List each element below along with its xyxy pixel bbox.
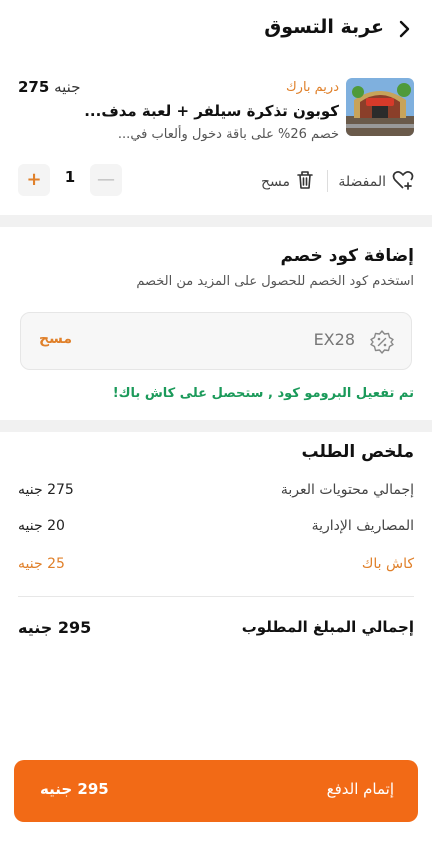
summary-row-admin-fees: المصاريف الإدارية 20 جنيه xyxy=(18,516,414,542)
order-summary: ملخص الطلب إجمالي محتويات العربة 275 جني… xyxy=(0,432,432,652)
summary-label: كاش باك xyxy=(361,556,414,572)
checkout-button[interactable]: إتمام الدفع 295 جنيه xyxy=(14,760,418,822)
coupon-title: إضافة كود خصم xyxy=(280,246,414,266)
decrease-button[interactable]: — xyxy=(90,164,122,196)
quantity-stepper: + 1 — xyxy=(18,162,122,198)
chevron-right-icon[interactable] xyxy=(394,18,416,40)
coupon-success-message: تم تفعيل البرومو كود , ستحصل على كاش باك… xyxy=(112,386,414,401)
price-number: 275 xyxy=(18,78,50,96)
coupon-tag-icon xyxy=(369,329,395,355)
park-entrance-image[interactable] xyxy=(346,78,414,136)
section-divider xyxy=(0,215,432,227)
section-divider xyxy=(0,420,432,432)
delete-button[interactable]: مسح xyxy=(261,170,314,194)
clear-coupon-button[interactable]: مسح xyxy=(39,331,72,347)
heart-plus-icon xyxy=(392,170,414,194)
summary-row-cashback: كاش باك 25 جنيه xyxy=(18,554,414,580)
cart-item: دريم بارك كوبون تذكرة سيلفر + لعبة مدف..… xyxy=(0,70,432,210)
brand-name[interactable]: دريم بارك xyxy=(286,80,339,95)
item-price: جنيه 275 xyxy=(18,78,80,96)
increase-button[interactable]: + xyxy=(18,164,50,196)
price-currency: جنيه xyxy=(54,78,81,96)
quantity-value: 1 xyxy=(64,168,76,186)
total-label: إجمالي المبلغ المطلوب xyxy=(241,618,414,636)
summary-row-cart-total: إجمالي محتويات العربة 275 جنيه xyxy=(18,480,414,506)
favorite-button[interactable]: المفضلة xyxy=(338,170,414,194)
page-title: عربة التسوق xyxy=(264,16,384,38)
divider xyxy=(327,170,328,192)
app-header: عربة التسوق xyxy=(0,0,432,60)
summary-label: المصاريف الإدارية xyxy=(311,518,414,534)
coupon-subtitle: استخدم كود الخصم للحصول على المزيد من ال… xyxy=(136,274,414,289)
summary-label: إجمالي محتويات العربة xyxy=(280,482,414,498)
item-actions: المفضلة مسح + 1 — xyxy=(0,162,432,198)
summary-value: 20 جنيه xyxy=(18,518,65,534)
summary-row-total: إجمالي المبلغ المطلوب 295 جنيه xyxy=(18,616,414,642)
trash-icon xyxy=(296,170,314,194)
coupon-code: EX28 xyxy=(313,330,355,349)
item-description: خصم 26% على باقة دخول وألعاب في... xyxy=(117,127,339,142)
summary-divider xyxy=(18,596,414,597)
favorite-label: المفضلة xyxy=(338,174,386,190)
coupon-section: إضافة كود خصم استخدم كود الخصم للحصول عل… xyxy=(0,228,432,418)
summary-value: 25 جنيه xyxy=(18,556,65,572)
checkout-label: إتمام الدفع xyxy=(326,780,394,798)
total-value: 295 جنيه xyxy=(18,618,92,637)
delete-label: مسح xyxy=(260,174,290,190)
summary-title: ملخص الطلب xyxy=(301,442,414,462)
item-title[interactable]: كوبون تذكرة سيلفر + لعبة مدف... xyxy=(84,102,339,120)
coupon-input[interactable]: EX28 مسح xyxy=(20,312,412,370)
summary-value: 275 جنيه xyxy=(18,482,74,498)
checkout-amount: 295 جنيه xyxy=(40,780,109,798)
